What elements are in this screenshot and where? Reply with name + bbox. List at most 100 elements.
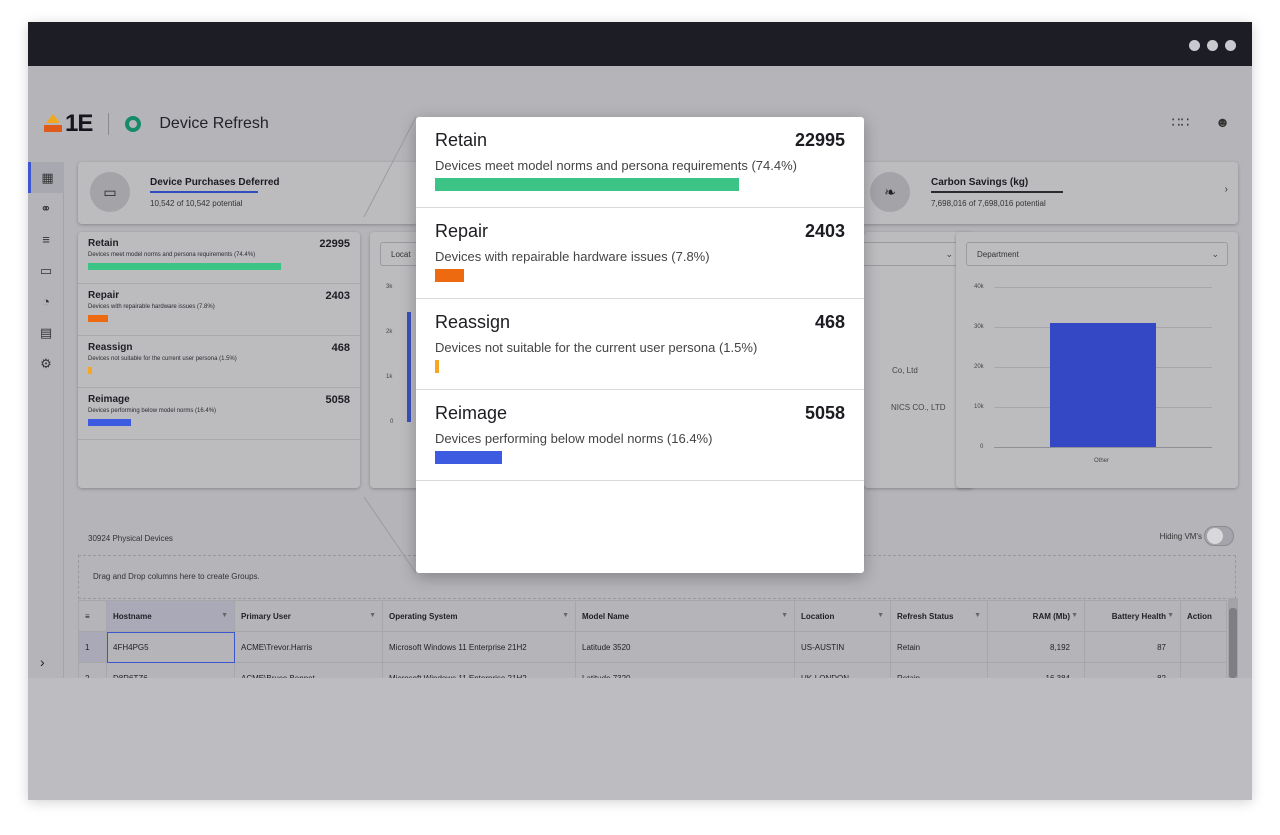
- recommendation-row[interactable]: Reassign 468 Devices not suitable for th…: [78, 336, 360, 388]
- hide-vms-toggle[interactable]: [1204, 526, 1234, 546]
- window-footer-area: [28, 678, 1252, 800]
- column-header-action[interactable]: Action: [1180, 600, 1227, 632]
- kpi-title: Carbon Savings (kg): [931, 177, 1029, 188]
- recommendation-row[interactable]: Repair 2403 Devices with repairable hard…: [78, 284, 360, 336]
- department-dropdown-label: Department: [977, 250, 1019, 259]
- department-dropdown[interactable]: Department ⌄: [966, 242, 1228, 266]
- column-header-refresh-status[interactable]: Refresh Status ▼: [890, 600, 988, 632]
- table-scrollbar[interactable]: [1228, 598, 1238, 678]
- recommendation-row[interactable]: Repair 2403 Devices with repairable hard…: [416, 208, 864, 299]
- window-dot[interactable]: [1189, 40, 1200, 51]
- kpi-card-carbon[interactable]: ❧ Carbon Savings (kg) 7,698,016 of 7,698…: [856, 162, 1238, 224]
- filter-icon: ▼: [369, 612, 376, 619]
- table-row[interactable]: 2 D8R6TZ6 ACME\Bruce.Bennet Microsoft Wi…: [78, 662, 1227, 678]
- chevron-right-icon[interactable]: ›: [1225, 184, 1228, 195]
- cell-hostname[interactable]: 4FH4PG5: [106, 631, 235, 663]
- row-index: 1: [78, 631, 107, 663]
- cell-action[interactable]: [1180, 631, 1227, 663]
- window-dot[interactable]: [1207, 40, 1218, 51]
- column-header-hostname[interactable]: Hostname ▼: [106, 600, 235, 632]
- filter-icon: ▼: [1167, 612, 1174, 619]
- grid-icon[interactable]: ∷∷: [1171, 114, 1189, 131]
- recommendation-bar: [88, 419, 131, 426]
- y-tick-label: 0: [980, 444, 984, 450]
- kpi-subtitle: 7,698,016 of 7,698,016 potential: [931, 199, 1046, 208]
- recommendation-name: Reimage: [88, 394, 130, 405]
- app-ring-icon: [125, 116, 142, 132]
- cell-primary-user[interactable]: ACME\Trevor.Harris: [234, 631, 383, 663]
- filter-icon: ▼: [877, 612, 884, 619]
- people-icon[interactable]: ⚭: [28, 193, 64, 224]
- cell-location[interactable]: US-AUSTIN: [794, 631, 891, 663]
- cell-action[interactable]: [1180, 662, 1227, 678]
- column-header-model[interactable]: Model Name ▼: [575, 600, 795, 632]
- brand-logo[interactable]: 1E Device Refresh: [44, 110, 269, 138]
- recommendation-row[interactable]: Reassign 468 Devices not suitable for th…: [416, 299, 864, 390]
- manufacturer-dropdown[interactable]: ⌄: [854, 242, 962, 266]
- cell-os[interactable]: Microsoft Windows 11 Enterprise 21H2: [382, 662, 576, 678]
- column-header-os[interactable]: Operating System ▼: [382, 600, 576, 632]
- recommendation-value: 468: [814, 312, 845, 332]
- recommendation-value: 2403: [325, 290, 350, 302]
- recommendation-value: 22995: [794, 130, 845, 150]
- sidebar: ▦ ⚭ ≡ ▭ ◔ ▤ ⚙ ›: [28, 162, 64, 678]
- kpi-subtitle: 10,542 of 10,542 potential: [150, 199, 243, 208]
- column-header-location[interactable]: Location ▼: [794, 600, 891, 632]
- cell-refresh-status[interactable]: Retain: [890, 631, 988, 663]
- group-hint: Drag and Drop columns here to create Gro…: [93, 572, 260, 581]
- window-dot[interactable]: [1225, 40, 1236, 51]
- filter-icon: ▼: [974, 612, 981, 619]
- table-icon[interactable]: ▤: [28, 317, 64, 348]
- row-index: 2: [78, 662, 107, 678]
- y-tick-label: 40k: [974, 284, 984, 290]
- y-tick-label: 20k: [974, 364, 984, 370]
- cell-hostname[interactable]: D8R6TZ6: [106, 662, 235, 678]
- gauge-icon[interactable]: ◔: [28, 286, 64, 317]
- user-icon[interactable]: ☻: [1215, 114, 1230, 131]
- recommendation-desc: Devices with repairable hardware issues …: [88, 304, 215, 310]
- filter-list-icon[interactable]: ≡: [28, 224, 64, 255]
- recommendation-desc: Devices not suitable for the current use…: [435, 340, 758, 355]
- recommendation-name: Reimage: [435, 403, 508, 423]
- recommendation-bar: [88, 263, 281, 270]
- cell-battery[interactable]: 87: [1084, 631, 1181, 663]
- chart-bar-other[interactable]: [1050, 323, 1156, 447]
- cell-primary-user[interactable]: ACME\Bruce.Bennet: [234, 662, 383, 678]
- expand-sidebar-icon[interactable]: ›: [40, 654, 45, 670]
- chevron-down-icon: ⌄: [945, 249, 953, 259]
- recommendation-row[interactable]: Retain 22995 Devices meet model norms an…: [416, 117, 864, 208]
- header-actions: ∷∷ ☻: [1171, 114, 1230, 131]
- y-tick-label: 30k: [974, 324, 984, 330]
- cell-model[interactable]: Latitude 7320: [575, 662, 795, 678]
- cell-refresh-status[interactable]: Retain: [890, 662, 988, 678]
- header-divider: [108, 113, 110, 135]
- recommendation-card: Retain 22995 Devices meet model norms an…: [78, 232, 360, 488]
- bar-label: NICS CO., LTD: [891, 403, 946, 412]
- recommendation-row[interactable]: Reimage 5058 Devices performing below mo…: [78, 388, 360, 440]
- kpi-progress-line: [931, 191, 1063, 193]
- cell-ram[interactable]: 8,192: [987, 631, 1085, 663]
- cell-os[interactable]: Microsoft Windows 11 Enterprise 21H2: [382, 631, 576, 663]
- recommendation-row[interactable]: Retain 22995 Devices meet model norms an…: [78, 232, 360, 284]
- x-axis: [994, 447, 1212, 448]
- cell-ram[interactable]: 16,384: [987, 662, 1085, 678]
- cell-location[interactable]: UK-LONDON: [794, 662, 891, 678]
- toggle-label: Hiding VM's: [1159, 532, 1202, 541]
- cell-battery[interactable]: 82: [1084, 662, 1181, 678]
- recommendation-value: 468: [331, 342, 350, 354]
- column-header-battery[interactable]: Battery Health ▼: [1084, 600, 1181, 632]
- scrollbar-thumb[interactable]: [1229, 608, 1237, 678]
- recommendation-name: Reassign: [435, 312, 511, 332]
- dashboard-icon[interactable]: ▦: [28, 162, 64, 193]
- recommendation-desc: Devices with repairable hardware issues …: [435, 249, 710, 264]
- laptop-icon[interactable]: ▭: [28, 255, 64, 286]
- column-header-ram[interactable]: RAM (Mb) ▼: [987, 600, 1085, 632]
- recommendation-row[interactable]: Reimage 5058 Devices performing below mo…: [416, 390, 864, 481]
- column-header-primary-user[interactable]: Primary User ▼: [234, 600, 383, 632]
- cell-model[interactable]: Latitude 3520: [575, 631, 795, 663]
- kpi-title: Device Purchases Deferred: [150, 177, 280, 188]
- recommendation-bar: [435, 360, 439, 373]
- settings-icon[interactable]: ⚙: [28, 348, 64, 379]
- table-row[interactable]: 1 4FH4PG5 ACME\Trevor.Harris Microsoft W…: [78, 631, 1227, 663]
- column-menu-icon[interactable]: ≡: [78, 600, 107, 632]
